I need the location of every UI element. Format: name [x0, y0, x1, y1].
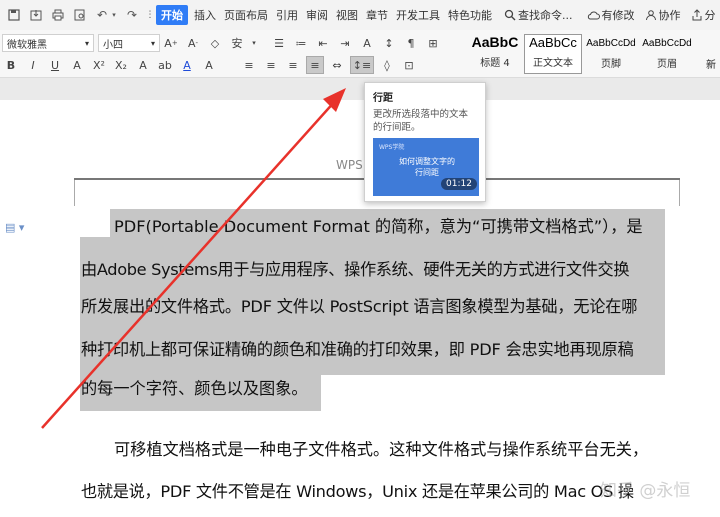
video-title: 如何调整文字的行间距: [399, 157, 455, 177]
video-duration: 01:12: [441, 178, 477, 190]
line-spacing-tooltip: 行距 更改所选段落中的文本的行间距。 WPS学院 如何调整文字的行间距 01:1…: [364, 82, 486, 202]
annotation-arrow: [41, 88, 346, 429]
tooltip-description: 更改所选段落中的文本的行间距。: [373, 109, 469, 133]
video-brand: WPS学院: [379, 144, 405, 151]
tooltip-title: 行距: [373, 93, 393, 104]
watermark: 知乎 @永恒: [600, 481, 691, 501]
tooltip-video[interactable]: WPS学院 如何调整文字的行间距 01:12: [373, 138, 479, 196]
